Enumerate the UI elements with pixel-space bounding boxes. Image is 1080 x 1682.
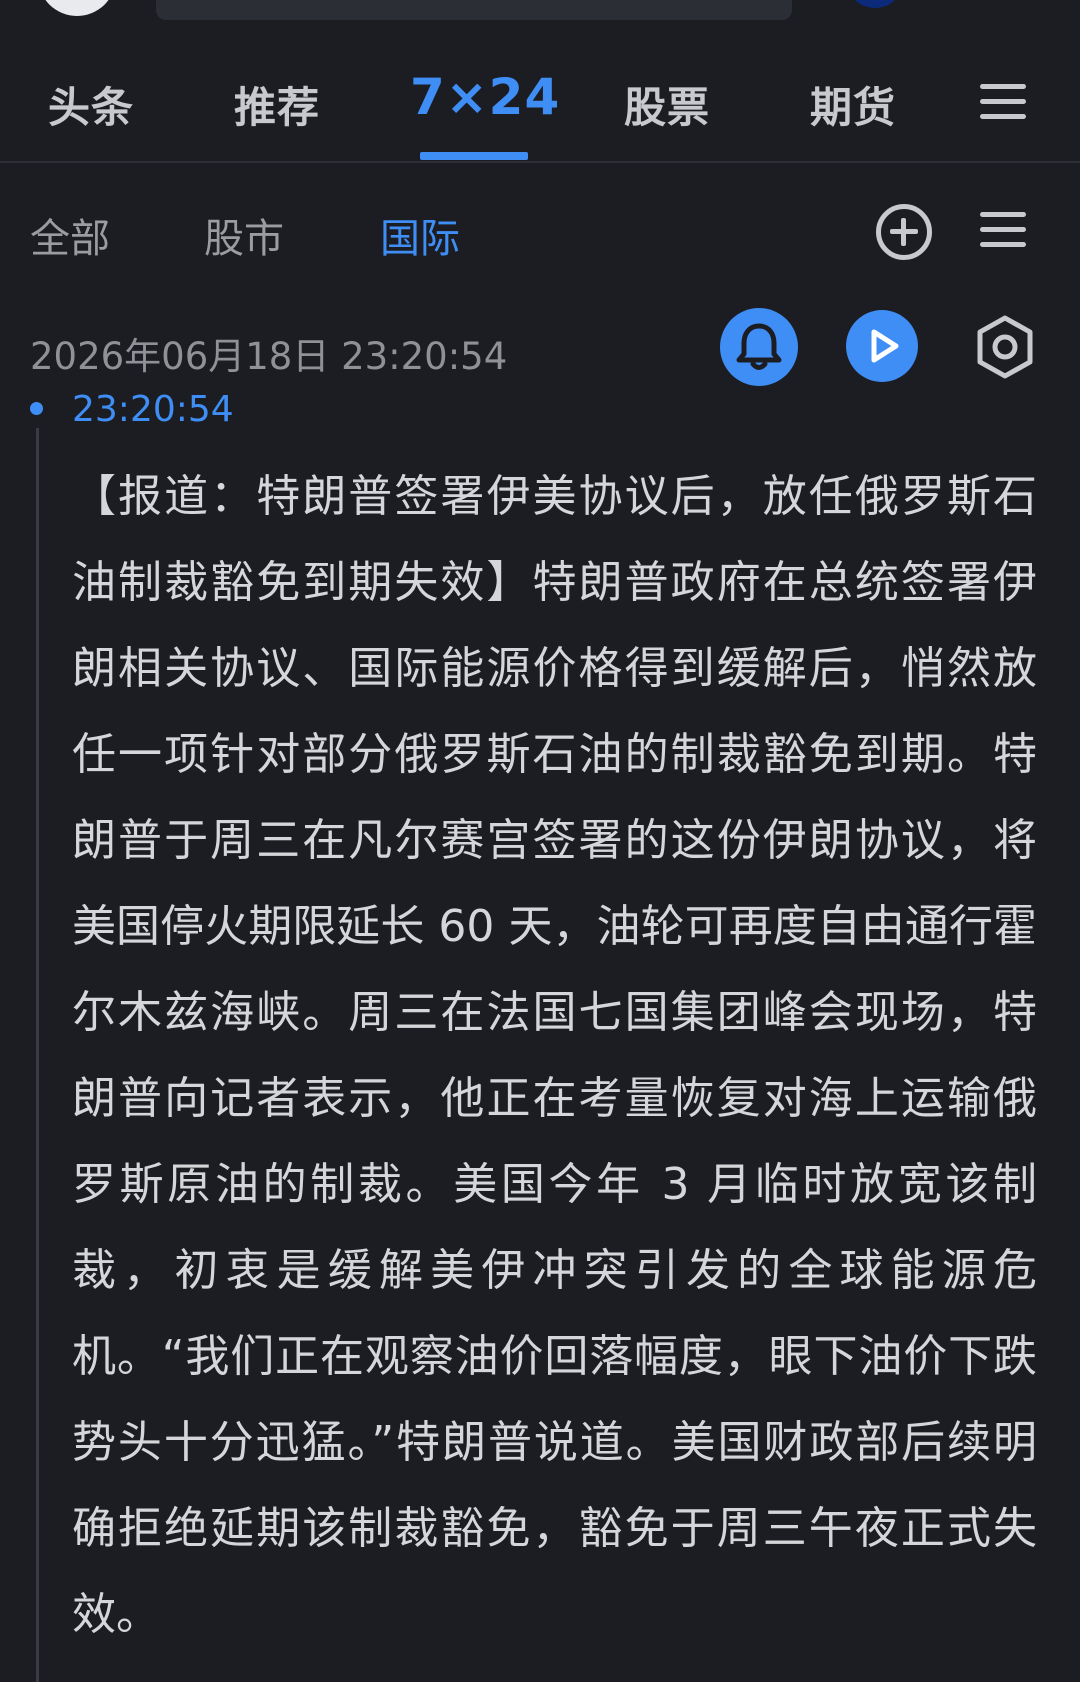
notification-button[interactable]	[720, 308, 798, 386]
settings-icon	[977, 315, 1033, 379]
news-time: 23:20:54	[72, 389, 234, 430]
tab-futures[interactable]: 期货	[810, 74, 896, 135]
active-tab-indicator	[420, 152, 528, 160]
play-button[interactable]	[846, 310, 918, 382]
bell-icon	[736, 323, 782, 370]
main-tab-bar: 头条 推荐 7×24 股票 期货	[0, 60, 1080, 160]
subtab-stock-market[interactable]: 股市	[204, 206, 284, 264]
avatar[interactable]	[38, 0, 116, 16]
subtab-all[interactable]: 全部	[30, 206, 110, 264]
play-icon	[871, 329, 899, 363]
add-circle-icon[interactable]	[876, 204, 932, 260]
menu-icon[interactable]	[980, 82, 1026, 120]
timeline-dot	[30, 402, 43, 415]
timeline-line	[36, 428, 39, 1682]
tab-recommended[interactable]: 推荐	[234, 74, 320, 135]
tab-stocks[interactable]: 股票	[624, 74, 710, 135]
profile-icon[interactable]	[846, 0, 904, 8]
settings-button[interactable]	[972, 314, 1038, 380]
tab-7x24[interactable]: 7×24	[410, 68, 560, 126]
divider	[0, 161, 1080, 163]
tab-headlines[interactable]: 头条	[48, 74, 134, 135]
feed-date: 2026年06月18日 23:20:54	[30, 335, 508, 378]
subtab-international[interactable]: 国际	[380, 206, 460, 264]
search-bar[interactable]	[156, 0, 792, 20]
top-header	[0, 0, 1080, 24]
news-content[interactable]: 【报道：特朗普签署伊美协议后，放任俄罗斯石油制裁豁免到期失效】特朗普政府在总统签…	[72, 454, 1037, 1658]
menu-icon[interactable]	[980, 210, 1026, 248]
